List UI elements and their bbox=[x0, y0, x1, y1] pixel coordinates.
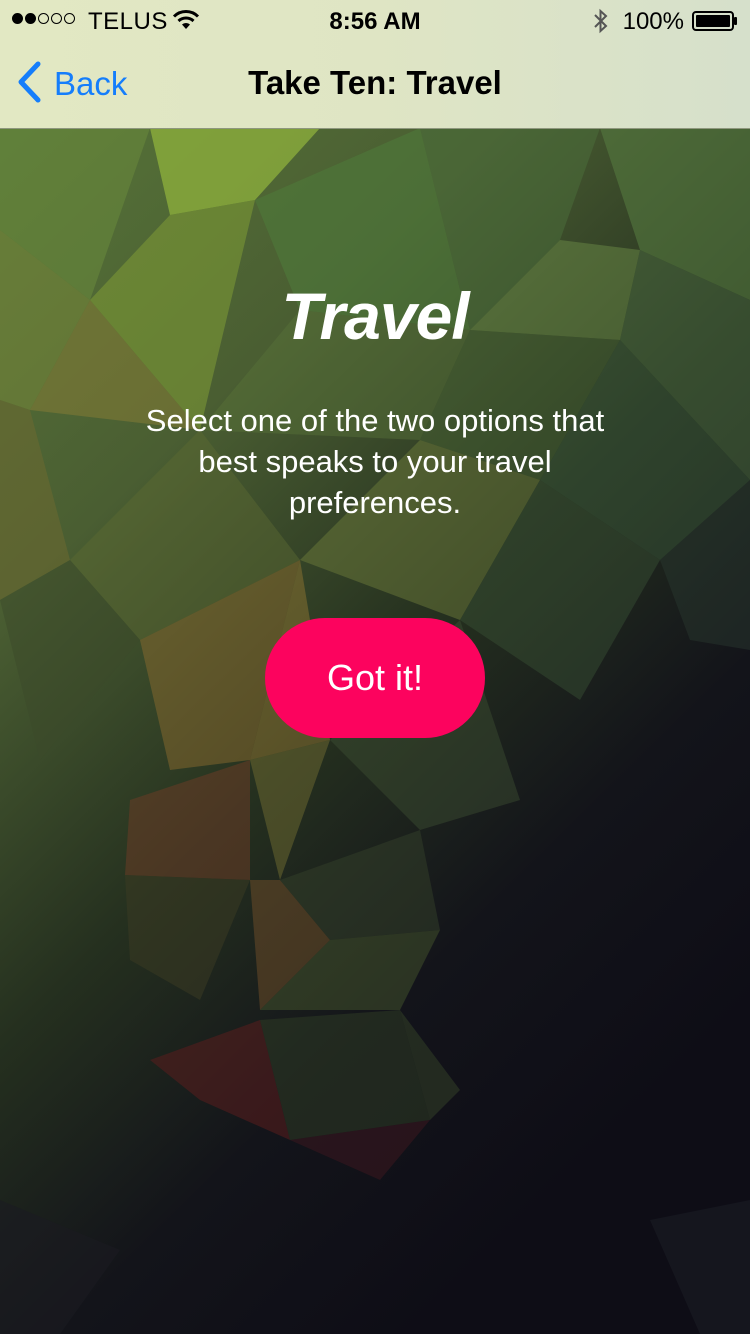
battery-icon bbox=[692, 11, 738, 31]
bluetooth-icon bbox=[592, 8, 610, 39]
battery-percent: 100% bbox=[622, 8, 684, 35]
top-bar: TELUS 8:56 AM 100% Back Take Ten: Travel bbox=[0, 0, 750, 129]
page-title: Take Ten: Travel bbox=[248, 64, 502, 101]
section-heading: Travel bbox=[281, 279, 469, 353]
navigation-bar: Back Take Ten: Travel bbox=[0, 40, 750, 128]
status-bar: TELUS 8:56 AM 100% bbox=[0, 0, 750, 40]
got-it-button[interactable]: Got it! bbox=[265, 618, 485, 738]
instructions-text: Select one of the two options that best … bbox=[145, 403, 605, 520]
